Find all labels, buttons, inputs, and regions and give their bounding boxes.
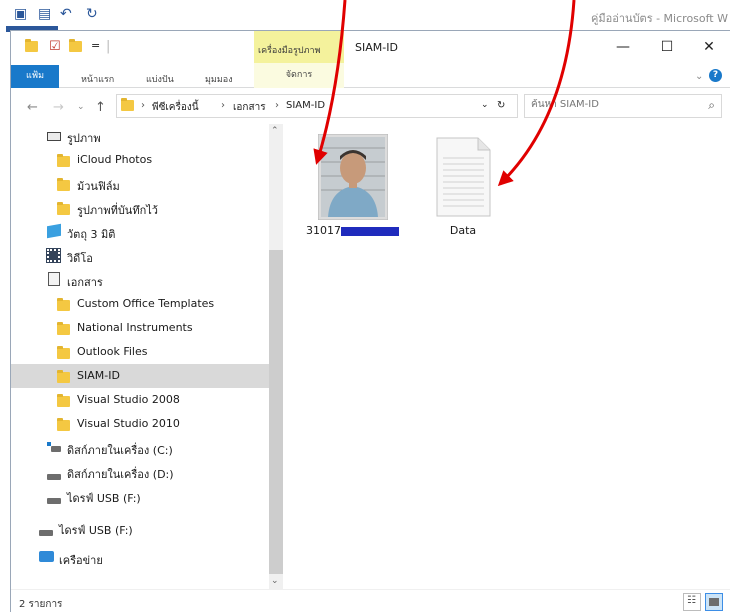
annotation-arrows bbox=[313, 0, 576, 187]
arrow-to-photo bbox=[313, 0, 347, 165]
arrow-to-data bbox=[497, 0, 576, 187]
